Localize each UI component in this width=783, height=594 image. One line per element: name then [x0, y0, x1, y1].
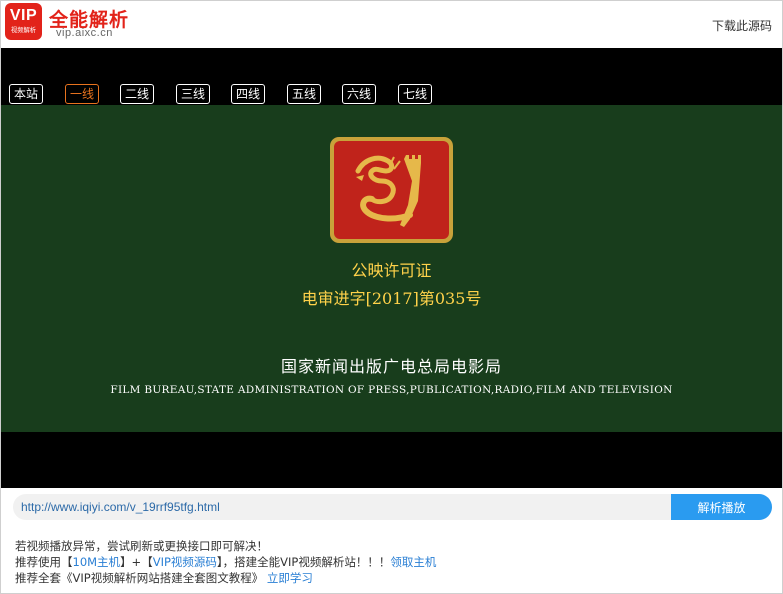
- note-line-2: 推荐使用【10M主机】+【VIP视频源码】，搭建全能VIP视频解析站！！！领取主…: [15, 555, 437, 569]
- parse-play-button[interactable]: 解析播放: [671, 494, 772, 520]
- line-tab-1[interactable]: 一线: [65, 84, 100, 104]
- site-domain: vip.aixc.cn: [56, 27, 113, 39]
- logo-badge-subtext: 视频解析: [10, 26, 37, 34]
- download-source-link[interactable]: 下载此源码: [712, 17, 772, 34]
- header: VIP 视频解析 全能解析 vip.aixc.cn 下载此源码: [1, 1, 782, 48]
- license-number: 电审进字[2017]第035号: [301, 289, 482, 308]
- parse-bar: 解析播放: [13, 494, 772, 520]
- logo-badge-text: VIP: [9, 7, 38, 24]
- notes: 若视频播放异常，尝试刷新或更换接口即可解决！ 推荐使用【10M主机】+【VIP视…: [15, 538, 775, 586]
- line-tab-2[interactable]: 二线: [120, 84, 155, 104]
- learn-now-link[interactable]: 立即学习: [267, 571, 313, 585]
- vip-source-link[interactable]: VIP视频源码: [153, 555, 217, 569]
- bureau-name-en: FILM BUREAU,STATE ADMINISTRATION OF PRES…: [110, 384, 673, 396]
- license-title: 公映许可证: [351, 261, 432, 280]
- line-tab-4[interactable]: 四线: [231, 84, 266, 104]
- bureau-name-cn: 国家新闻出版广电总局电影局: [280, 357, 502, 376]
- note-line-3: 推荐全套《VIP视频解析网站搭建全套图文教程》 立即学习: [15, 571, 313, 585]
- line-tab-6[interactable]: 六线: [342, 84, 377, 104]
- video-url-input[interactable]: [13, 494, 671, 520]
- line-tab-3[interactable]: 三线: [176, 84, 211, 104]
- video-frame[interactable]: 公映许可证 电审进字[2017]第035号 国家新闻出版广电总局电影局 FILM…: [1, 105, 782, 432]
- line-tab-7[interactable]: 七线: [398, 84, 433, 104]
- film-bureau-emblem: [330, 137, 453, 243]
- logo-badge: VIP 视频解析: [5, 3, 42, 40]
- app-window: VIP 视频解析 全能解析 vip.aixc.cn 下载此源码 本站 一线 二线…: [0, 0, 783, 594]
- line-tab-local[interactable]: 本站: [9, 84, 44, 104]
- claim-host-link[interactable]: 领取主机: [390, 555, 436, 569]
- host-link[interactable]: 10M主机: [73, 555, 121, 569]
- note-line-1: 若视频播放异常，尝试刷新或更换接口即可解决！: [15, 539, 268, 553]
- dragon-icon: [355, 155, 421, 227]
- line-tab-5[interactable]: 五线: [287, 84, 322, 104]
- video-player[interactable]: 本站 一线 二线 三线 四线 五线 六线 七线 公映许可证 电审进字[2017]…: [1, 48, 782, 488]
